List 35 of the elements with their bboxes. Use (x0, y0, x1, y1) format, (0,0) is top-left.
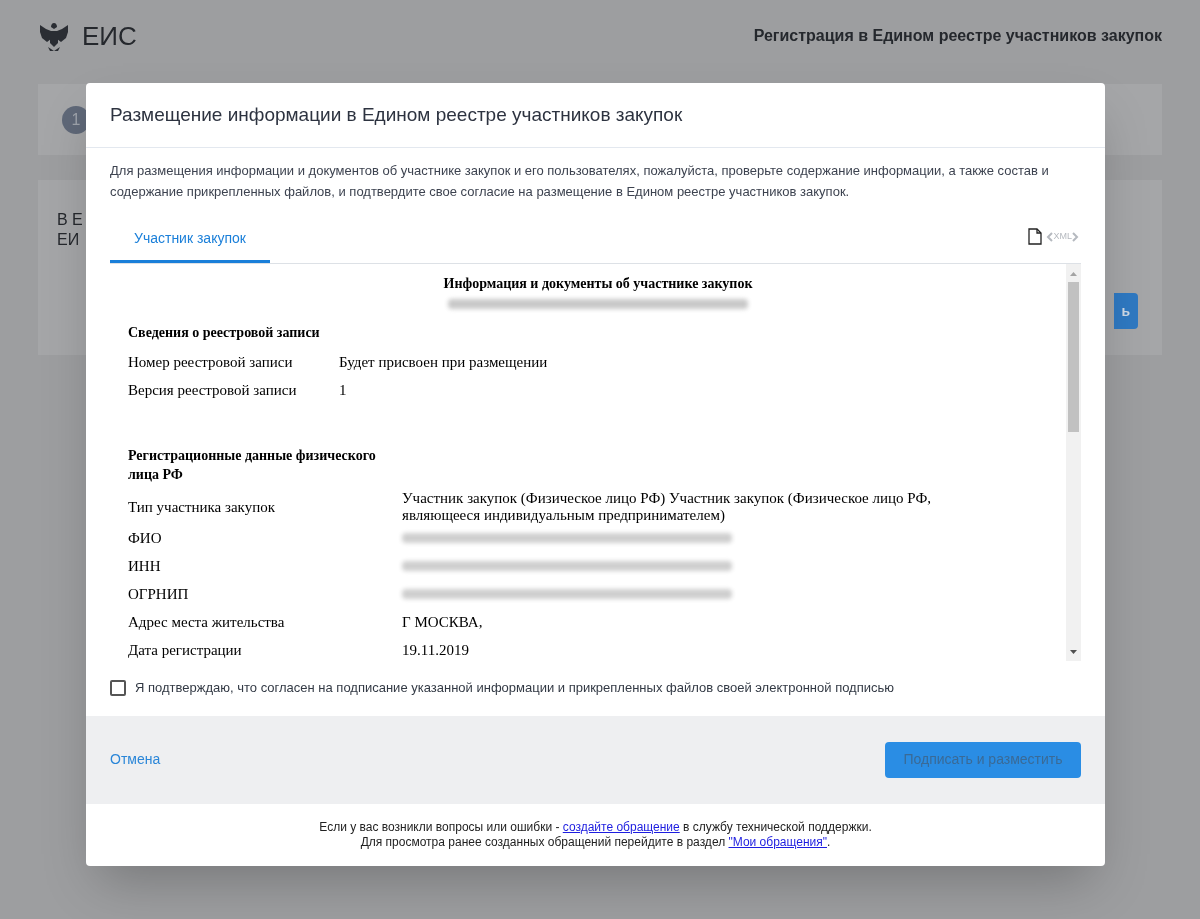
section-heading: Сведения о реестровой записи (128, 324, 321, 342)
field-label: ИНН (128, 556, 162, 576)
logo-text[interactable]: ЕИС (82, 16, 137, 56)
card-text: В Е (57, 210, 83, 230)
field-value: Г МОСКВА, (402, 613, 484, 631)
field-label: ОГРНИП (128, 584, 190, 604)
scrollbar[interactable] (1066, 264, 1081, 661)
document-title: Информация и документы об участнике закупок (442, 275, 754, 293)
field-label: Адрес места жительства (128, 612, 286, 632)
field-value: Будет присвоен при размещении (339, 353, 549, 371)
chevron-left-icon (1046, 231, 1054, 242)
field-value: 1 (339, 381, 348, 399)
page-title: Регистрация в Едином реестре участников закупок (753, 26, 1162, 46)
cancel-link[interactable]: Отмена (110, 749, 161, 770)
field-label: Номер реестровой записи (128, 352, 294, 372)
card-text: ЕИ (57, 230, 81, 250)
field-label: Версия реестровой записи (128, 380, 298, 400)
field-value: Участник закупок (Физическое лицо РФ) Участник закупок (Физическое лицо РФ, являющееся индивидуальным предпринимателем) (402, 490, 932, 524)
support-link[interactable]: "Мои обращения" (728, 834, 827, 849)
primary-button[interactable]: ь (1114, 293, 1138, 329)
field-label: Тип участника закупок (128, 497, 276, 517)
chevron-right-icon (1072, 231, 1079, 242)
help-text: Если у вас возникли вопросы или ошибки - создайте обращение в службу технической поддержки. (319, 819, 872, 834)
section-heading: Регистрационные данные физического лица РФ (128, 447, 377, 484)
description-text: Для размещения информации и документов об участнике закупок и его пользователях, пожалуйста, проверьте содержание информации, а также состав и содержание прикрепленных файлов, и подтвердите свое согласие на размещение в Едином реестре участников закупок. (110, 162, 1050, 201)
checkbox[interactable] (110, 679, 126, 696)
field-label: Дата регистрации (128, 640, 243, 660)
field-label: ФИО (128, 528, 163, 548)
tab[interactable]: Участник закупок (110, 217, 270, 263)
document-icon[interactable] (1028, 228, 1043, 245)
support-link[interactable]: создайте обращение (562, 819, 680, 834)
field-value: 19.11.2019 (402, 641, 470, 659)
modal-title: Размещение информации в Едином реестре участников закупок (110, 102, 683, 127)
help-text: Для просмотра ранее созданных обращений перейдите в раздел "Мои обращения". (360, 834, 831, 849)
consent-label: Я подтверждаю, что согласен на подписание указанной информации и прикрепленных файлов своей электронной подписью (135, 679, 895, 697)
